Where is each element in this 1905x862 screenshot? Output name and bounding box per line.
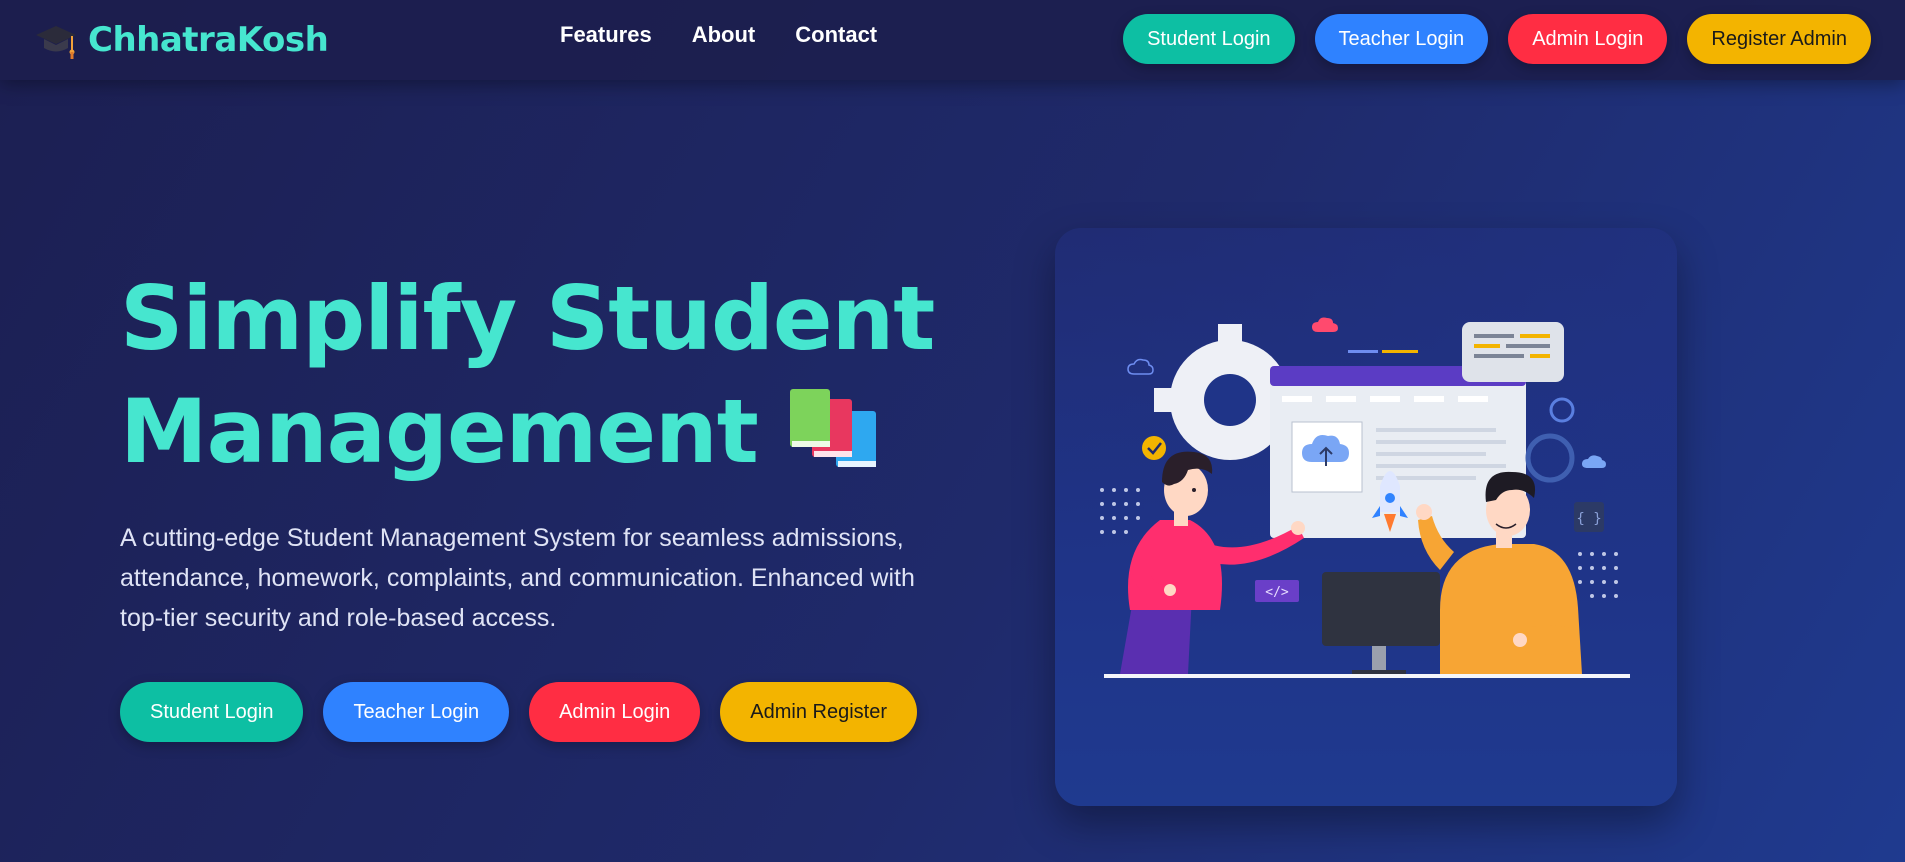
books-icon xyxy=(789,389,876,468)
brand[interactable]: ChhatraKosh xyxy=(34,18,329,62)
nav-link-contact[interactable]: Contact xyxy=(795,22,877,48)
hero-title-line-2: Management xyxy=(120,375,950,488)
hero-title-line-1: Simplify Student xyxy=(120,267,935,370)
nav-link-about[interactable]: About xyxy=(692,22,756,48)
brand-name: ChhatraKosh xyxy=(88,20,329,60)
code-tag: </> xyxy=(1265,585,1289,600)
hero-admin-login-button[interactable]: Admin Login xyxy=(529,682,701,742)
braces-tag: { } xyxy=(1576,511,1601,527)
graduation-cap-icon xyxy=(36,26,76,59)
code-snippet-card xyxy=(1462,322,1564,382)
hero-description: A cutting-edge Student Management System… xyxy=(120,524,915,632)
nav-admin-login-button[interactable]: Admin Login xyxy=(1508,14,1668,64)
nav-student-login-button[interactable]: Student Login xyxy=(1123,14,1295,64)
hero-teacher-login-button[interactable]: Teacher Login xyxy=(323,682,510,742)
hero-student-login-button[interactable]: Student Login xyxy=(120,682,304,742)
nav-buttons: Student Login Teacher Login Admin Login … xyxy=(1123,14,1871,64)
nav-teacher-login-button[interactable]: Teacher Login xyxy=(1314,14,1489,64)
monitor-icon xyxy=(1322,572,1440,674)
hero-admin-register-button[interactable]: Admin Register xyxy=(720,682,917,742)
hero-section: Simplify Student Management A cutting-ed… xyxy=(120,262,950,742)
nav-link-features[interactable]: Features xyxy=(560,22,652,48)
collaboration-illustration: { } </> xyxy=(1100,317,1630,678)
nav-links: Features About Contact xyxy=(560,22,877,48)
hero-title: Simplify Student Management xyxy=(120,262,950,488)
hero-buttons: Student Login Teacher Login Admin Login … xyxy=(120,682,950,742)
nav-register-admin-button[interactable]: Register Admin xyxy=(1687,14,1871,64)
navbar: ChhatraKosh Features About Contact Stude… xyxy=(0,0,1905,80)
hero-title-line-2-text: Management xyxy=(120,380,759,483)
